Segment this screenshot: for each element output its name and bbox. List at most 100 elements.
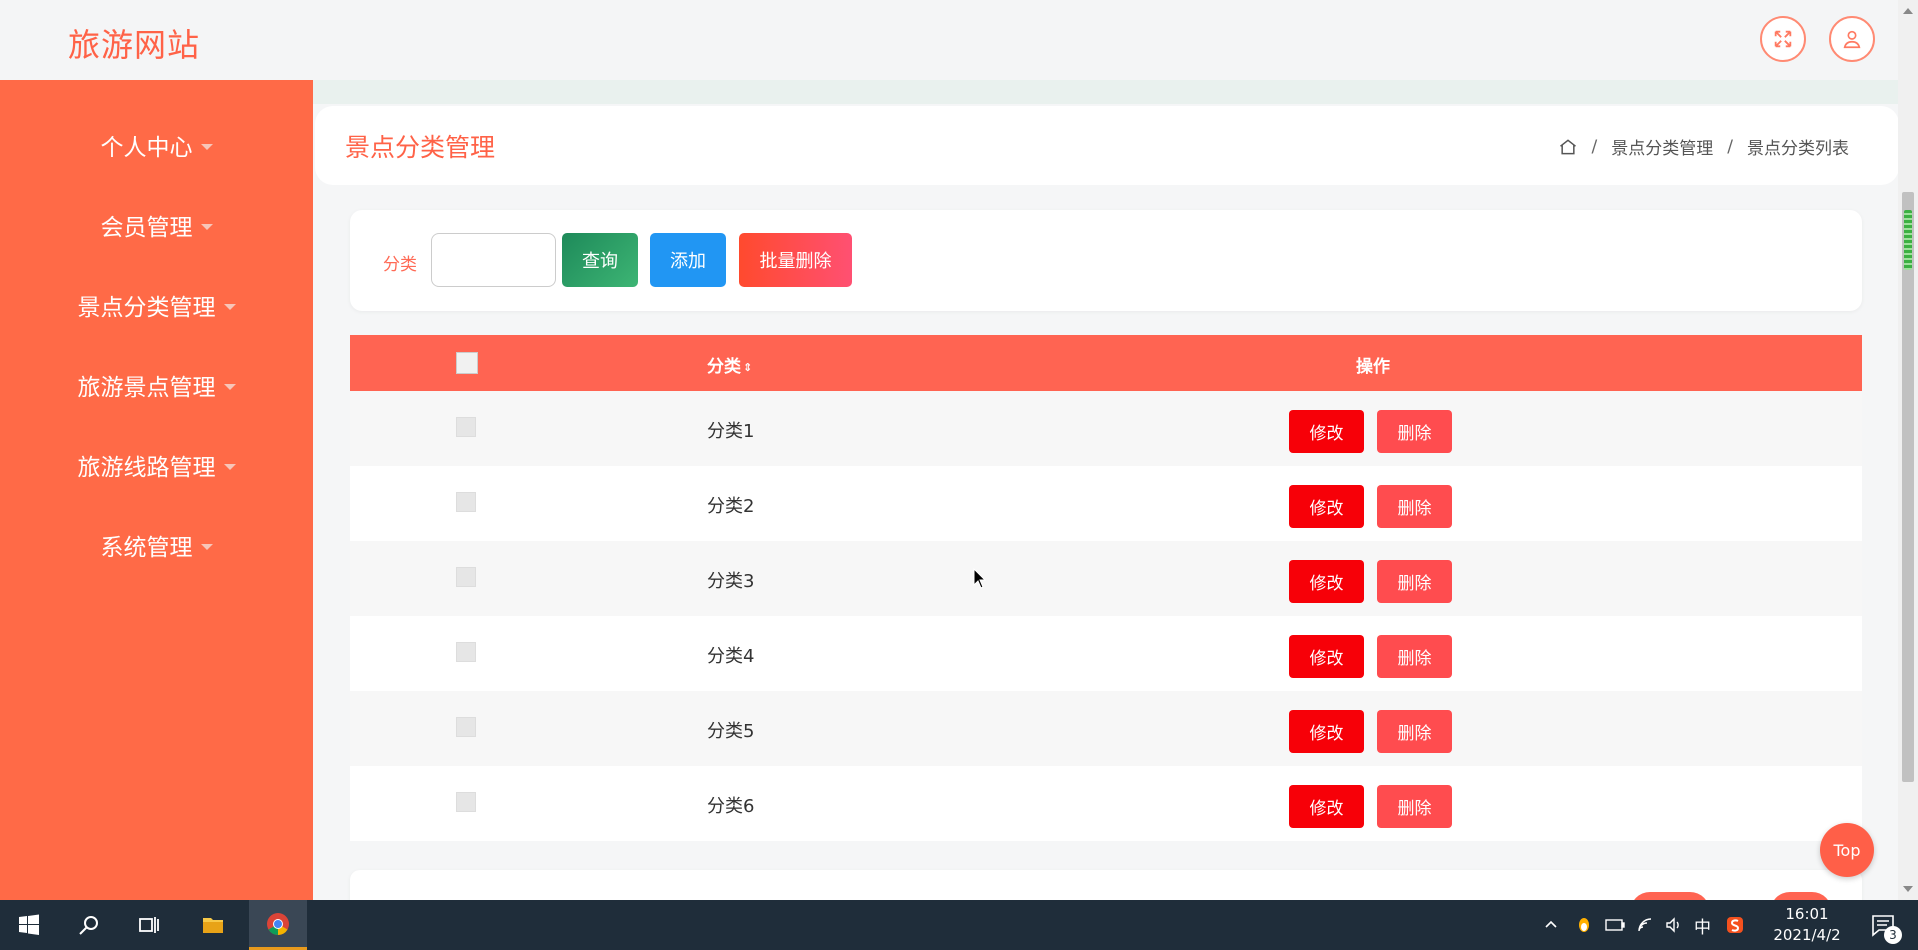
category-cell: 分类5 xyxy=(707,721,755,742)
mouse-cursor-icon xyxy=(973,568,987,589)
user-icon xyxy=(1843,30,1861,49)
column-header-category[interactable]: 分类 ⇕ xyxy=(707,352,752,377)
delete-button[interactable]: 删除 xyxy=(1377,560,1452,603)
sidebar-item-system-management[interactable]: 系统管理 xyxy=(0,515,313,575)
row-checkbox[interactable] xyxy=(456,642,476,662)
row-checkbox[interactable] xyxy=(456,417,476,437)
start-button[interactable] xyxy=(2,900,56,950)
table-row: 分类1 修改 删除 xyxy=(350,391,1862,466)
edit-button[interactable]: 修改 xyxy=(1289,560,1364,603)
taskbar-search-button[interactable] xyxy=(62,900,116,950)
scroll-up-icon[interactable] xyxy=(1903,8,1913,14)
row-checkbox[interactable] xyxy=(456,717,476,737)
row-checkbox[interactable] xyxy=(456,792,476,812)
sidebar-item-personal-center[interactable]: 个人中心 xyxy=(0,115,313,175)
edit-button[interactable]: 修改 xyxy=(1289,710,1364,753)
sidebar: 个人中心 会员管理 景点分类管理 旅游景点管理 旅游线路管理 系统管理 xyxy=(0,80,313,900)
table-row: 分类4 修改 删除 xyxy=(350,616,1862,691)
chevron-down-icon xyxy=(200,544,213,550)
edit-button[interactable]: 修改 xyxy=(1289,485,1364,528)
delete-button[interactable]: 删除 xyxy=(1377,635,1452,678)
breadcrumb: / 景点分类管理 / 景点分类列表 xyxy=(1558,134,1849,159)
edit-button[interactable]: 修改 xyxy=(1289,635,1364,678)
folder-icon xyxy=(203,918,223,933)
sidebar-item-attraction-category[interactable]: 景点分类管理 xyxy=(0,275,313,335)
batch-delete-button[interactable]: 批量删除 xyxy=(739,233,852,287)
scroll-thumb[interactable] xyxy=(1902,192,1914,782)
breadcrumb-item[interactable]: 景点分类管理 xyxy=(1611,134,1713,159)
clock-date: 2021/4/2 xyxy=(1773,926,1841,944)
sidebar-item-member-management[interactable]: 会员管理 xyxy=(0,195,313,255)
search-label: 分类 xyxy=(383,255,417,275)
chrome-taskbar-button[interactable] xyxy=(249,900,307,950)
tray-battery-icon[interactable] xyxy=(1605,900,1625,950)
delete-button[interactable]: 删除 xyxy=(1377,485,1452,528)
add-button[interactable]: 添加 xyxy=(650,233,726,287)
table-header: 分类 ⇕ 操作 xyxy=(350,335,1862,391)
chevron-down-icon xyxy=(223,304,236,310)
sidebar-item-label: 旅游线路管理 xyxy=(77,455,216,481)
main-content: 景点分类管理 / 景点分类管理 / 景点分类列表 分类 查询 添加 批量删除 分… xyxy=(313,80,1899,910)
tray-sogou-icon[interactable] xyxy=(1726,900,1744,950)
breadcrumb-item: 景点分类列表 xyxy=(1747,139,1849,159)
task-view-icon xyxy=(139,917,159,933)
category-cell: 分类3 xyxy=(707,571,755,592)
scroll-down-icon[interactable] xyxy=(1903,886,1913,892)
sidebar-item-route-management[interactable]: 旅游线路管理 xyxy=(0,435,313,495)
sogou-icon xyxy=(1727,917,1743,933)
tray-volume-icon[interactable] xyxy=(1665,900,1683,950)
decorative-strip xyxy=(313,80,1898,104)
table-row: 分类3 修改 删除 xyxy=(350,541,1862,616)
category-cell: 分类1 xyxy=(707,421,755,442)
breadcrumb-separator: / xyxy=(1727,136,1733,157)
home-icon[interactable] xyxy=(1558,137,1578,157)
title-card: 景点分类管理 / 景点分类管理 / 景点分类列表 xyxy=(315,106,1899,185)
volume-icon xyxy=(1666,917,1679,933)
table-row: 分类5 修改 删除 xyxy=(350,691,1862,766)
select-all-checkbox[interactable] xyxy=(456,352,478,374)
chevron-down-icon xyxy=(200,224,213,230)
windows-icon xyxy=(19,914,39,935)
back-to-top-button[interactable]: Top xyxy=(1820,823,1874,877)
sort-icon[interactable]: ⇕ xyxy=(743,362,752,373)
page-title: 景点分类管理 xyxy=(345,133,496,162)
sidebar-item-label: 景点分类管理 xyxy=(77,295,216,321)
tray-expand-button[interactable] xyxy=(1543,900,1559,950)
chevron-down-icon xyxy=(200,144,213,150)
file-explorer-button[interactable] xyxy=(186,900,240,950)
ime-indicator[interactable]: 中 xyxy=(1694,900,1711,950)
chevron-down-icon xyxy=(223,464,236,470)
tray-wifi-icon[interactable] xyxy=(1637,900,1655,950)
delete-button[interactable]: 删除 xyxy=(1377,710,1452,753)
taskbar-clock[interactable]: 16:01 2021/4/2 xyxy=(1757,904,1857,946)
chevron-up-icon xyxy=(1545,920,1557,928)
user-profile-button[interactable] xyxy=(1829,16,1875,62)
edit-button[interactable]: 修改 xyxy=(1289,410,1364,453)
delete-button[interactable]: 删除 xyxy=(1377,410,1452,453)
notification-count-badge: 3 xyxy=(1884,926,1902,944)
clock-time: 16:01 xyxy=(1785,905,1829,923)
sidebar-item-label: 系统管理 xyxy=(100,535,193,561)
category-search-input[interactable] xyxy=(431,233,556,287)
page-scrollbar[interactable] xyxy=(1898,0,1918,900)
query-button[interactable]: 查询 xyxy=(562,233,638,287)
row-checkbox[interactable] xyxy=(456,567,476,587)
edit-button[interactable]: 修改 xyxy=(1289,785,1364,828)
category-cell: 分类6 xyxy=(707,796,755,817)
tray-qq-icon[interactable] xyxy=(1575,900,1593,950)
delete-button[interactable]: 删除 xyxy=(1377,785,1452,828)
sidebar-item-attraction-management[interactable]: 旅游景点管理 xyxy=(0,355,313,415)
site-logo[interactable]: 旅游网站 xyxy=(68,20,200,66)
top-header: 旅游网站 xyxy=(0,0,1898,80)
penguin-icon xyxy=(1579,918,1589,932)
task-view-button[interactable] xyxy=(122,900,176,950)
scroll-indicator xyxy=(1904,210,1912,270)
taskbar: 中 16:01 2021/4/2 3 xyxy=(0,900,1918,950)
column-header-actions: 操作 xyxy=(1356,357,1390,377)
row-checkbox[interactable] xyxy=(456,492,476,512)
chrome-icon xyxy=(267,912,289,935)
fullscreen-icon xyxy=(1774,30,1792,48)
fullscreen-button[interactable] xyxy=(1760,16,1806,62)
table-row: 分类2 修改 删除 xyxy=(350,466,1862,541)
category-table: 分类 ⇕ 操作 分类1 修改 删除 分类2 修改 删除 分类3 修改 删除 分类… xyxy=(350,335,1862,841)
